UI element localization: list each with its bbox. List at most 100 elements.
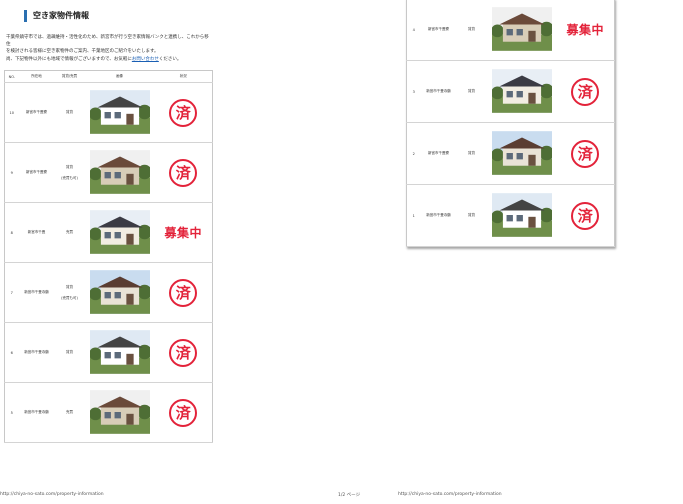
row-number: 6 bbox=[4, 322, 19, 383]
notice-text: 尚、下記物件以外にも地域で情報がございますので、お気軽にお問い合わせください。 bbox=[6, 57, 226, 63]
house-6-photo[interactable] bbox=[85, 329, 155, 376]
row-type: 売買 bbox=[54, 382, 85, 443]
row-type-label: 賃貸 bbox=[66, 284, 73, 289]
row-type-label: 賃貸 bbox=[468, 151, 475, 155]
recruiting-label: 募集中 bbox=[164, 226, 202, 240]
header-no: NO. bbox=[4, 70, 19, 83]
table-row: 4 新宮市千畳寮 賃貸 募集中 bbox=[406, 0, 615, 61]
header-type: 賃貸/売買 bbox=[54, 70, 85, 83]
row-type: 賃貸 bbox=[456, 122, 487, 185]
row-location: 新宮市千畳寮 bbox=[18, 142, 55, 203]
recruiting-label: 募集中 bbox=[566, 23, 604, 37]
row-type: 賃貸 (売買も可) bbox=[54, 142, 85, 203]
property-table-continued: 4 新宮市千畳寮 賃貸 募集中 3 新宮市千畳寺鶴 賃貸 済 2 新宮市千畳寮 賃貸 済 1 新宮市… bbox=[406, 0, 615, 247]
row-image-cell bbox=[486, 122, 557, 185]
row-type-note: (売買も可) bbox=[61, 295, 78, 300]
row-type-note: (売買も可) bbox=[61, 175, 78, 180]
row-location: 新宮市千畳寺鶴 bbox=[420, 60, 457, 123]
table-header-row: NO. 所在地 賃貸/売買 画像 状況 bbox=[4, 70, 213, 83]
table-row: 10 新宮市千畳寮 賃貸 済 bbox=[4, 82, 213, 143]
row-status-cell: 募集中 bbox=[556, 0, 615, 61]
intro-line: を検討される皆様に空き家物件のご案内、千葉地区のご紹介をいたします。 bbox=[6, 49, 159, 54]
row-location: 新宮市千畳寮 bbox=[18, 82, 55, 143]
contact-link[interactable]: お問い合わせ bbox=[132, 57, 159, 62]
row-type-label: 賃貸 bbox=[468, 213, 475, 217]
row-status-cell: 済 bbox=[556, 60, 615, 123]
row-status-cell: 済 bbox=[556, 122, 615, 185]
closed-stamp: 済 bbox=[571, 139, 600, 168]
closed-stamp: 済 bbox=[169, 98, 198, 127]
row-number: 3 bbox=[406, 60, 421, 123]
row-location: 新宮市千畳寮 bbox=[420, 122, 457, 185]
table-row: 7 新宮市千畳寺鶴 賃貸 (売買も可) 済 bbox=[4, 262, 213, 323]
header-image: 画像 bbox=[84, 70, 155, 83]
footer-url-left[interactable]: http://chiya-no-sato.com/property-inform… bbox=[0, 492, 104, 497]
row-image-cell bbox=[84, 202, 155, 263]
row-number: 8 bbox=[4, 202, 19, 263]
row-status-cell: 済 bbox=[154, 82, 213, 143]
row-location: 新宮市千畳 bbox=[18, 202, 55, 263]
house-4-photo[interactable] bbox=[487, 6, 557, 53]
row-status-cell: 済 bbox=[154, 382, 213, 443]
row-type-label: 売買 bbox=[66, 410, 73, 414]
row-image-cell bbox=[486, 184, 557, 247]
row-number: 4 bbox=[406, 0, 421, 61]
house-8-photo[interactable] bbox=[85, 209, 155, 256]
house-1-photo[interactable] bbox=[487, 192, 557, 239]
row-type: 賃貸 bbox=[456, 0, 487, 61]
row-image-cell bbox=[486, 0, 557, 61]
page-title: 空き家物件情報 bbox=[24, 10, 89, 22]
row-status-cell: 済 bbox=[154, 142, 213, 203]
row-number: 1 bbox=[406, 184, 421, 247]
row-type-label: 賃貸 bbox=[66, 350, 73, 354]
row-number: 2 bbox=[406, 122, 421, 185]
row-image-cell bbox=[84, 322, 155, 383]
footer-page-number: 1/2 ページ bbox=[338, 493, 361, 498]
property-table: NO. 所在地 賃貸/売買 画像 状況 10 新宮市千畳寮 賃貸 済 9 新宮市千畳寮賃… bbox=[4, 70, 213, 443]
header-location: 所在地 bbox=[18, 70, 55, 83]
row-type: 賃貸 bbox=[456, 184, 487, 247]
house-2-photo[interactable] bbox=[487, 130, 557, 177]
intro-line: 千葉県鎮守市では、過疎維持・活性化のため、新宮市が行う空き家情報バンクと連携し、… bbox=[6, 35, 209, 47]
row-type-label: 売買 bbox=[66, 230, 73, 234]
row-location: 新宮市千畳寺鶴 bbox=[420, 184, 457, 247]
row-number: 10 bbox=[4, 82, 19, 143]
row-location: 新宮市千畳寮 bbox=[420, 0, 457, 61]
house-9-photo[interactable] bbox=[85, 149, 155, 196]
row-type: 賃貸 (売買も可) bbox=[54, 262, 85, 323]
row-status-cell: 済 bbox=[154, 322, 213, 383]
table-row: 1 新宮市千畳寺鶴 賃貸 済 bbox=[406, 184, 615, 247]
footer-url-right[interactable]: http://chiya-no-sato.com/property-inform… bbox=[398, 492, 502, 497]
row-type-label: 賃貸 bbox=[468, 89, 475, 93]
house-7-photo[interactable] bbox=[85, 269, 155, 316]
row-location: 新宮市千畳寺鶴 bbox=[18, 262, 55, 323]
table-row: 2 新宮市千畳寮 賃貸 済 bbox=[406, 122, 615, 185]
row-number: 7 bbox=[4, 262, 19, 323]
row-image-cell bbox=[84, 142, 155, 203]
closed-stamp: 済 bbox=[169, 158, 198, 187]
row-image-cell bbox=[84, 82, 155, 143]
table-row: 8 新宮市千畳 売買 募集中 bbox=[4, 202, 213, 263]
row-number: 5 bbox=[4, 382, 19, 443]
row-type-label: 賃貸 bbox=[66, 110, 73, 114]
table-row: 9 新宮市千畳寮 賃貸 (売買も可) 済 bbox=[4, 142, 213, 203]
header-status: 状況 bbox=[154, 70, 213, 83]
table-row: 3 新宮市千畳寺鶴 賃貸 済 bbox=[406, 60, 615, 123]
row-image-cell bbox=[84, 382, 155, 443]
house-10-photo[interactable] bbox=[85, 89, 155, 136]
intro-text: 千葉県鎮守市では、過疎維持・活性化のため、新宮市が行う空き家情報バンクと連携し、… bbox=[6, 34, 211, 55]
notice-line: 尚、下記物件以外にも地域で情報がございますので、お気軽にお問い合わせください。 bbox=[6, 57, 182, 62]
row-type: 賃貸 bbox=[54, 82, 85, 143]
row-type: 賃貸 bbox=[54, 322, 85, 383]
table-row: 5 新宮市千畳寺鶴 売買 済 bbox=[4, 382, 213, 443]
row-status-cell: 募集中 bbox=[154, 202, 213, 263]
row-image-cell bbox=[84, 262, 155, 323]
house-5-photo[interactable] bbox=[85, 389, 155, 436]
closed-stamp: 済 bbox=[169, 398, 198, 427]
row-status-cell: 済 bbox=[154, 262, 213, 323]
row-type-label: 賃貸 bbox=[66, 164, 73, 169]
row-type: 賃貸 bbox=[456, 60, 487, 123]
table-row: 6 新宮市千畳寺鶴 賃貸 済 bbox=[4, 322, 213, 383]
house-3-photo[interactable] bbox=[487, 68, 557, 115]
row-image-cell bbox=[486, 60, 557, 123]
